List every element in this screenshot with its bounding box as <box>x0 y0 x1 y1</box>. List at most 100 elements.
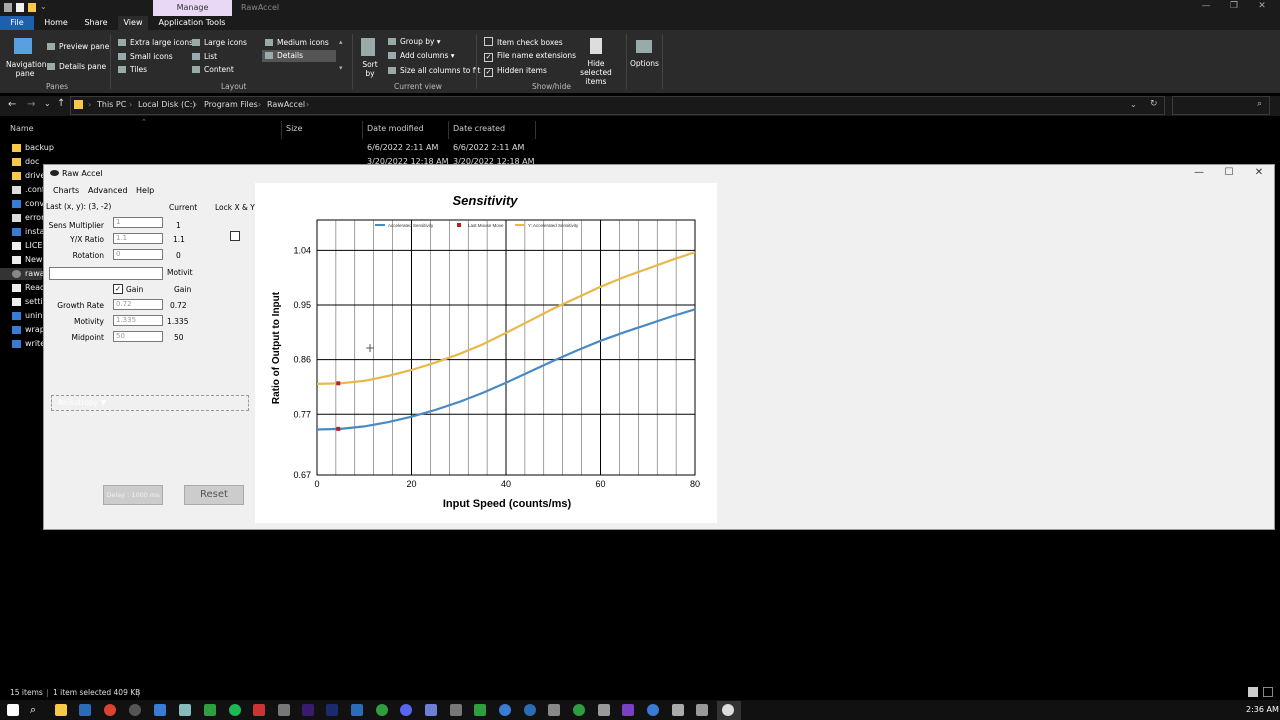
hide-selected-items-button[interactable]: Hide selected items <box>572 59 620 86</box>
browser-icon[interactable] <box>104 704 116 716</box>
app-icon[interactable] <box>696 704 708 716</box>
app-icon[interactable] <box>278 704 290 716</box>
layout-small-icons[interactable]: Small icons <box>118 52 173 61</box>
app-icon[interactable] <box>573 704 585 716</box>
start-icon[interactable] <box>7 704 19 716</box>
accel-mode-select[interactable]: Motivity ⌄ <box>49 267 163 280</box>
xbox-icon[interactable] <box>204 704 216 716</box>
lock-xy-checkbox[interactable] <box>230 231 240 241</box>
app-icon[interactable] <box>179 704 191 716</box>
back-icon[interactable]: ← <box>8 99 16 110</box>
close-icon[interactable]: ✕ <box>1248 0 1276 14</box>
layout-medium-icons[interactable]: Medium icons <box>265 38 329 47</box>
preview-pane-button[interactable]: Preview pane <box>47 42 109 51</box>
app-icon[interactable] <box>672 704 684 716</box>
sort-by-button[interactable]: Sort by <box>360 60 380 78</box>
layout-scroll-up-icon[interactable]: ▴ <box>339 38 343 46</box>
app-icon[interactable] <box>425 704 437 716</box>
file-explorer-icon[interactable] <box>55 704 67 716</box>
file-name-extensions-toggle[interactable]: ✓ File name extensions <box>484 51 576 62</box>
app-icon[interactable] <box>647 704 659 716</box>
layout-large-icons[interactable]: Large icons <box>192 38 247 47</box>
rawaccel-close-icon[interactable]: ✕ <box>1244 166 1274 180</box>
app-icon[interactable] <box>548 704 560 716</box>
item-check-boxes-toggle[interactable]: Item check boxes <box>484 37 563 47</box>
rawaccel-minimize-icon[interactable]: — <box>1184 166 1214 180</box>
group-by-button[interactable]: Group by ▾ <box>388 37 441 46</box>
column-divider[interactable] <box>281 121 282 139</box>
file-name[interactable]: rawa <box>25 269 45 278</box>
reset-button[interactable]: Reset <box>184 485 244 505</box>
breadcrumb-this-pc[interactable]: This PC <box>97 100 126 109</box>
layout-more-icon[interactable]: ▾ <box>339 64 343 72</box>
tab-share[interactable]: Share <box>80 16 112 30</box>
column-divider[interactable] <box>448 121 449 139</box>
refresh-icon[interactable]: ↻ <box>1150 99 1158 109</box>
chrome-icon[interactable] <box>499 704 511 716</box>
details-pane-button[interactable]: Details pane <box>47 62 106 71</box>
add-columns-button[interactable]: Add columns ▾ <box>388 51 455 60</box>
manage-tab[interactable]: Manage <box>153 0 232 16</box>
app-icon[interactable] <box>351 704 363 716</box>
anisotropy-toggle[interactable]: Anisotropy ▼ <box>51 395 249 411</box>
app-icon[interactable] <box>474 704 486 716</box>
file-name[interactable]: doc <box>25 157 39 166</box>
navigation-pane-button[interactable]: Navigation pane <box>6 60 46 78</box>
maximize-icon[interactable]: ❐ <box>1220 0 1248 14</box>
layout-extra-large-icons[interactable]: Extra large icons <box>118 38 193 47</box>
media-encoder-icon[interactable] <box>326 704 338 716</box>
column-header-date-modified[interactable]: Date modified <box>367 124 424 133</box>
motivity-input[interactable]: 1.335 <box>113 315 163 326</box>
app-icon[interactable] <box>253 704 265 716</box>
layout-tiles[interactable]: Tiles <box>118 65 147 74</box>
recent-locations-icon[interactable]: ⌄ <box>44 99 51 108</box>
up-icon[interactable]: ↑ <box>57 98 65 109</box>
discord-icon[interactable] <box>400 704 412 716</box>
spotify-icon[interactable] <box>229 704 241 716</box>
properties-icon[interactable] <box>16 3 24 12</box>
search-icon[interactable]: ⌕ <box>30 704 42 716</box>
midpoint-input[interactable]: 50 <box>113 331 163 342</box>
sens-multiplier-input[interactable]: 1 <box>113 217 163 228</box>
column-header-date-created[interactable]: Date created <box>453 124 505 133</box>
new-folder-icon[interactable] <box>28 3 36 12</box>
quick-access-chevron-icon[interactable]: ⌄ <box>40 2 47 11</box>
size-all-columns-button[interactable]: Size all columns to fit <box>388 66 480 75</box>
column-header-size[interactable]: Size <box>286 124 302 133</box>
yx-ratio-input[interactable]: 1.1 <box>113 233 163 244</box>
taskbar-clock[interactable]: 2:36 AM <box>1246 705 1279 714</box>
app-icon[interactable] <box>376 704 388 716</box>
file-name[interactable]: conv <box>25 199 44 208</box>
column-divider[interactable] <box>535 121 536 139</box>
tab-application-tools[interactable]: Application Tools <box>155 16 229 30</box>
menu-charts[interactable]: Charts <box>53 186 79 195</box>
minimize-icon[interactable]: — <box>1192 0 1220 14</box>
file-name[interactable]: .conf <box>25 185 45 194</box>
layout-details[interactable]: Details <box>262 50 336 62</box>
tab-view[interactable]: View <box>118 16 148 30</box>
breadcrumb-local-disk[interactable]: Local Disk (C:) <box>138 100 196 109</box>
layout-content[interactable]: Content <box>192 65 234 74</box>
app-icon[interactable] <box>598 704 610 716</box>
address-dropdown-icon[interactable]: ⌄ <box>1130 100 1137 109</box>
visual-studio-icon[interactable] <box>622 704 634 716</box>
app-icon[interactable] <box>524 704 536 716</box>
growth-rate-input[interactable]: 0.72 <box>113 299 163 310</box>
rawaccel-maximize-icon[interactable]: ☐ <box>1214 166 1244 180</box>
tab-home[interactable]: Home <box>40 16 72 30</box>
column-divider[interactable] <box>362 121 363 139</box>
hidden-items-toggle[interactable]: ✓ Hidden items <box>484 66 547 77</box>
tab-file[interactable]: File <box>0 16 34 30</box>
large-icons-view-icon[interactable] <box>1263 687 1273 697</box>
breadcrumb-program-files[interactable]: Program Files <box>204 100 258 109</box>
options-button[interactable]: Options <box>630 59 659 68</box>
premiere-icon[interactable] <box>302 704 314 716</box>
breadcrumb-rawaccel[interactable]: RawAccel <box>267 100 305 109</box>
file-name[interactable]: backup <box>25 143 54 152</box>
menu-advanced[interactable]: Advanced <box>88 186 128 195</box>
rawaccel-task-icon[interactable] <box>722 704 734 716</box>
steam-icon[interactable] <box>79 704 91 716</box>
details-view-icon[interactable] <box>1248 687 1258 697</box>
delay-button[interactable]: Delay : 1000 ms <box>103 485 163 505</box>
layout-list[interactable]: List <box>192 52 217 61</box>
